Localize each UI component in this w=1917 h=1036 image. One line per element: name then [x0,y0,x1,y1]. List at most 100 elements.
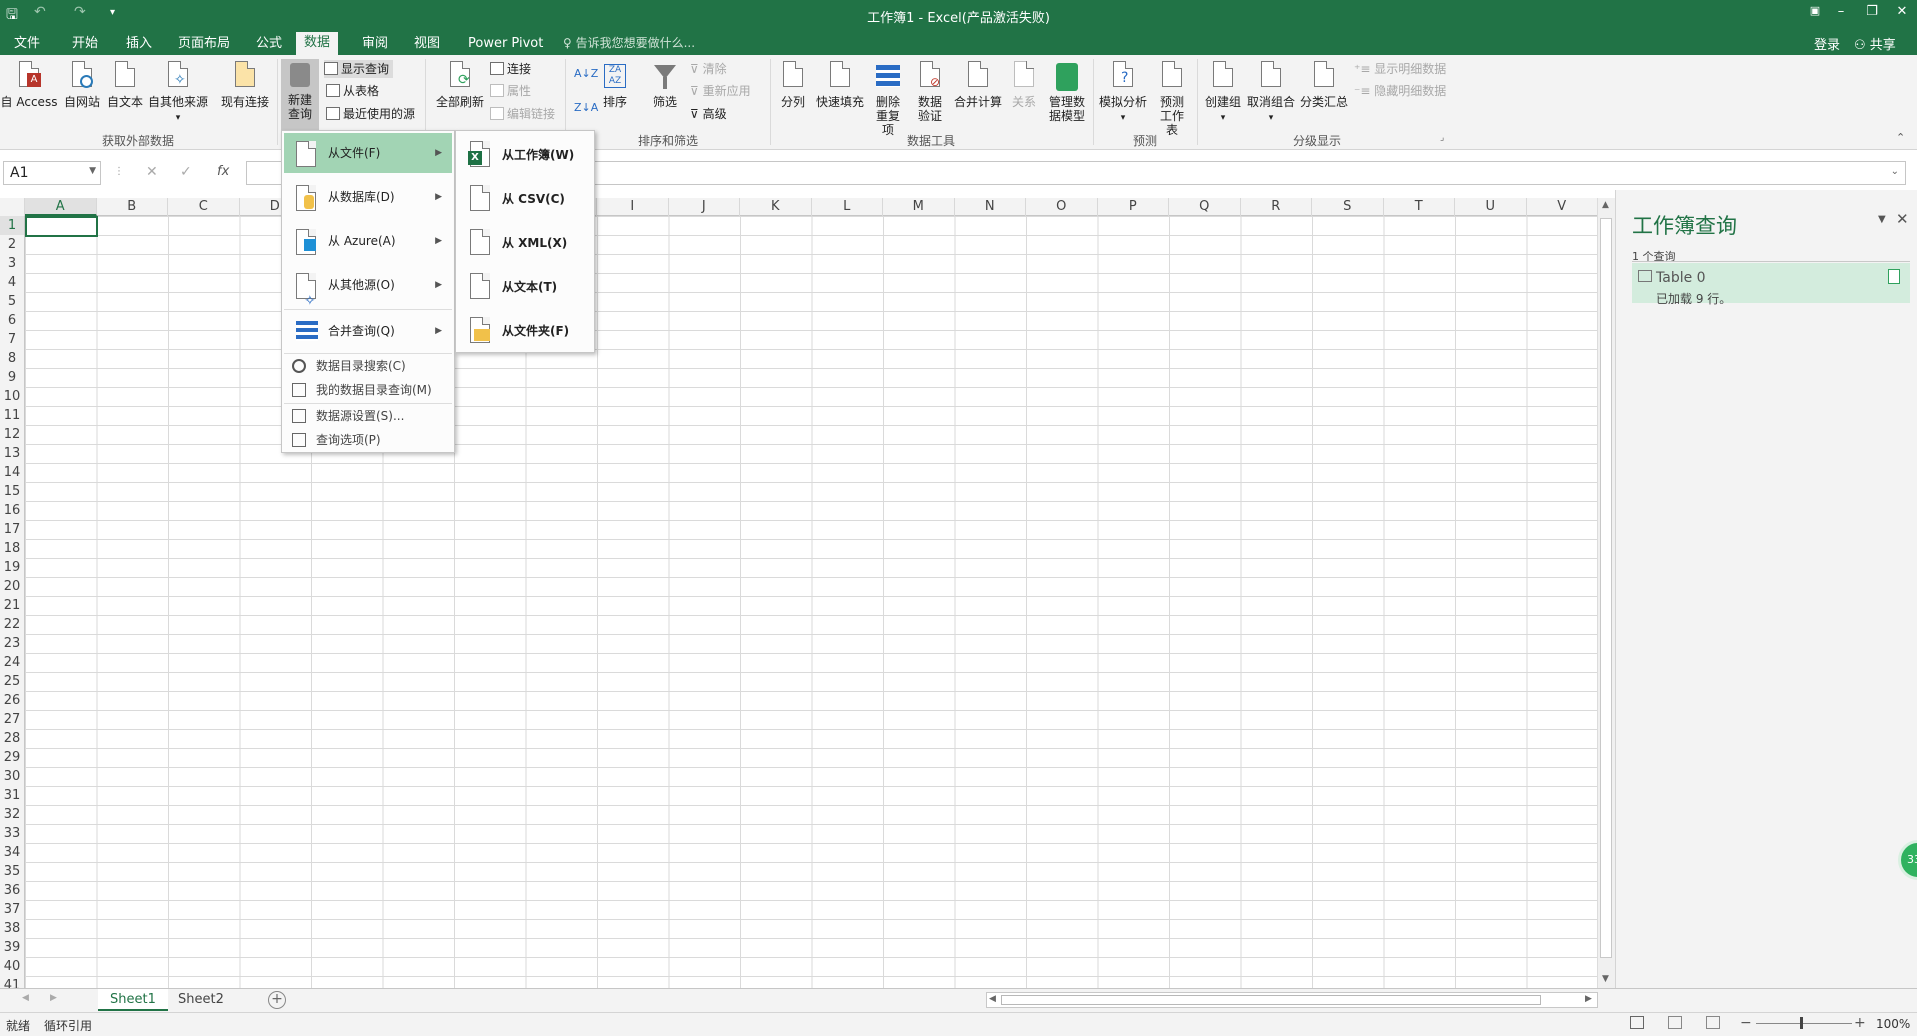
menu-item-from-other[interactable]: ✧ 从其他源(O) ▶ [284,265,452,309]
scroll-left-small-icon[interactable]: ◀ [989,994,996,1004]
pane-close-icon[interactable]: ✕ [1896,210,1909,228]
share-button[interactable]: ⚇ 共享 [1854,34,1896,53]
row-header[interactable]: 14 [0,463,24,482]
column-header[interactable]: L [812,198,883,216]
sign-in-link[interactable]: 登录 [1814,34,1840,53]
row-header[interactable]: 17 [0,520,24,539]
row-header[interactable]: 12 [0,425,24,444]
cell-grid[interactable] [25,216,1597,988]
from-table-button[interactable]: 从表格 [326,82,379,100]
h-scroll-thumb[interactable] [1001,995,1541,1005]
edit-links-button[interactable]: 编辑链接 [490,105,555,123]
column-header[interactable]: V [1527,198,1598,216]
column-header[interactable]: S [1312,198,1384,216]
column-header[interactable]: O [1026,198,1098,216]
add-sheet-icon[interactable]: + [268,991,286,1009]
row-header[interactable]: 25 [0,672,24,691]
column-header[interactable]: C [168,198,240,216]
consolidate-button[interactable]: 合并计算 [952,61,1004,109]
column-header[interactable]: K [740,198,812,216]
scroll-right-small-icon[interactable]: ▶ [1585,994,1592,1004]
query-file-icon[interactable] [1888,269,1900,284]
normal-view-icon[interactable] [1630,1016,1644,1029]
pane-options-icon[interactable]: ▼ [1878,214,1886,225]
row-header[interactable]: 24 [0,653,24,672]
menu-item-from-file[interactable]: 从文件(F) ▶ [284,133,452,173]
forecast-sheet-button[interactable]: 预测工作表 [1152,61,1192,137]
horizontal-scrollbar[interactable]: ◀ ▶ [986,992,1598,1008]
cancel-icon[interactable]: ✕ [146,164,158,180]
restore-icon[interactable]: ❐ [1857,4,1887,19]
ungroup-button[interactable]: 取消组合 ▾ [1246,61,1296,125]
more-options-icon[interactable]: ⋮ [114,166,124,177]
properties-button[interactable]: 属性 [490,82,531,100]
remove-duplicates-button[interactable]: 删除重复项 [868,61,908,137]
select-all-corner[interactable] [0,198,25,216]
enter-icon[interactable]: ✓ [180,164,192,180]
tab-home[interactable]: 开始 [64,34,106,55]
hide-detail-button[interactable]: ⁻≡ 隐藏明细数据 [1354,82,1446,100]
row-header[interactable]: 30 [0,767,24,786]
submenu-item-xml[interactable]: 从 XML(X) [458,221,592,265]
row-header[interactable]: 8 [0,349,24,368]
sort-button[interactable]: ZA AZ 排序 [598,61,632,109]
row-header[interactable]: 6 [0,311,24,330]
row-header[interactable]: 3 [0,254,24,273]
collapse-ribbon-icon[interactable]: ⌃ [1896,129,1905,147]
tab-page-layout[interactable]: 页面布局 [170,34,238,55]
row-header[interactable]: 27 [0,710,24,729]
tab-formulas[interactable]: 公式 [248,34,290,55]
connections-button[interactable]: 连接 [490,60,531,78]
scroll-up-icon[interactable]: ▲ [1602,200,1609,210]
text-to-columns-button[interactable]: 分列 [776,61,810,109]
vertical-scrollbar[interactable]: ▲ ▼ [1597,198,1615,988]
from-text-button[interactable]: 自文本 [104,61,146,109]
manage-data-model-button[interactable]: 管理数据模型 [1046,61,1088,123]
show-queries-button[interactable]: 显示查询 [324,60,394,78]
chevron-down-icon[interactable]: ▼ [89,166,96,176]
column-header[interactable]: I [597,198,669,216]
page-break-view-icon[interactable] [1706,1016,1720,1029]
tab-power-pivot[interactable]: Power Pivot [460,34,551,55]
row-header[interactable]: 28 [0,729,24,748]
row-header[interactable]: 36 [0,881,24,900]
row-header[interactable]: 40 [0,957,24,976]
recent-sources-button[interactable]: 最近使用的源 [326,105,415,123]
column-header[interactable]: N [955,198,1026,216]
zoom-slider[interactable] [1756,1023,1852,1024]
row-header[interactable]: 16 [0,501,24,520]
row-header[interactable]: 20 [0,577,24,596]
row-header[interactable]: 22 [0,615,24,634]
from-web-button[interactable]: 自网站 [60,61,104,109]
menu-item-combine[interactable]: 合并查询(Q) ▶ [284,311,452,351]
scroll-down-icon[interactable]: ▼ [1602,974,1609,984]
sort-za-icon[interactable]: Z↓A [574,99,598,117]
page-layout-view-icon[interactable] [1668,1016,1682,1029]
column-header[interactable]: J [669,198,740,216]
name-box[interactable]: A1 ▼ [3,161,101,185]
menu-item-my-catalog[interactable]: 我的数据目录查询(M) [284,378,452,402]
row-header[interactable]: 19 [0,558,24,577]
column-header[interactable]: U [1455,198,1527,216]
what-if-analysis-button[interactable]: ? 模拟分析 ▾ [1097,61,1149,125]
column-header[interactable]: R [1241,198,1312,216]
row-header[interactable]: 1 [0,216,24,235]
tab-file[interactable]: 文件 [6,34,48,55]
zoom-out-icon[interactable]: − [1740,1015,1752,1031]
row-header[interactable]: 2 [0,235,24,254]
column-header[interactable]: Q [1169,198,1241,216]
scroll-left-icon[interactable]: ◀ [22,993,29,1003]
row-header[interactable]: 13 [0,444,24,463]
advanced-filter-button[interactable]: ⊽ 高级 [690,105,727,123]
group-button[interactable]: 创建组 ▾ [1202,61,1244,125]
submenu-item-folder[interactable]: 从文件夹(F) [458,309,592,353]
submenu-item-text[interactable]: 从文本(T) [458,265,592,309]
active-cell[interactable] [25,216,98,237]
tab-view[interactable]: 视图 [406,34,448,55]
row-header[interactable]: 32 [0,805,24,824]
close-icon[interactable]: ✕ [1887,4,1917,19]
tab-review[interactable]: 审阅 [354,34,396,55]
row-header[interactable]: 38 [0,919,24,938]
clear-filter-button[interactable]: ⊽ 清除 [690,60,727,78]
menu-item-from-database[interactable]: 从数据库(D) ▶ [284,177,452,217]
